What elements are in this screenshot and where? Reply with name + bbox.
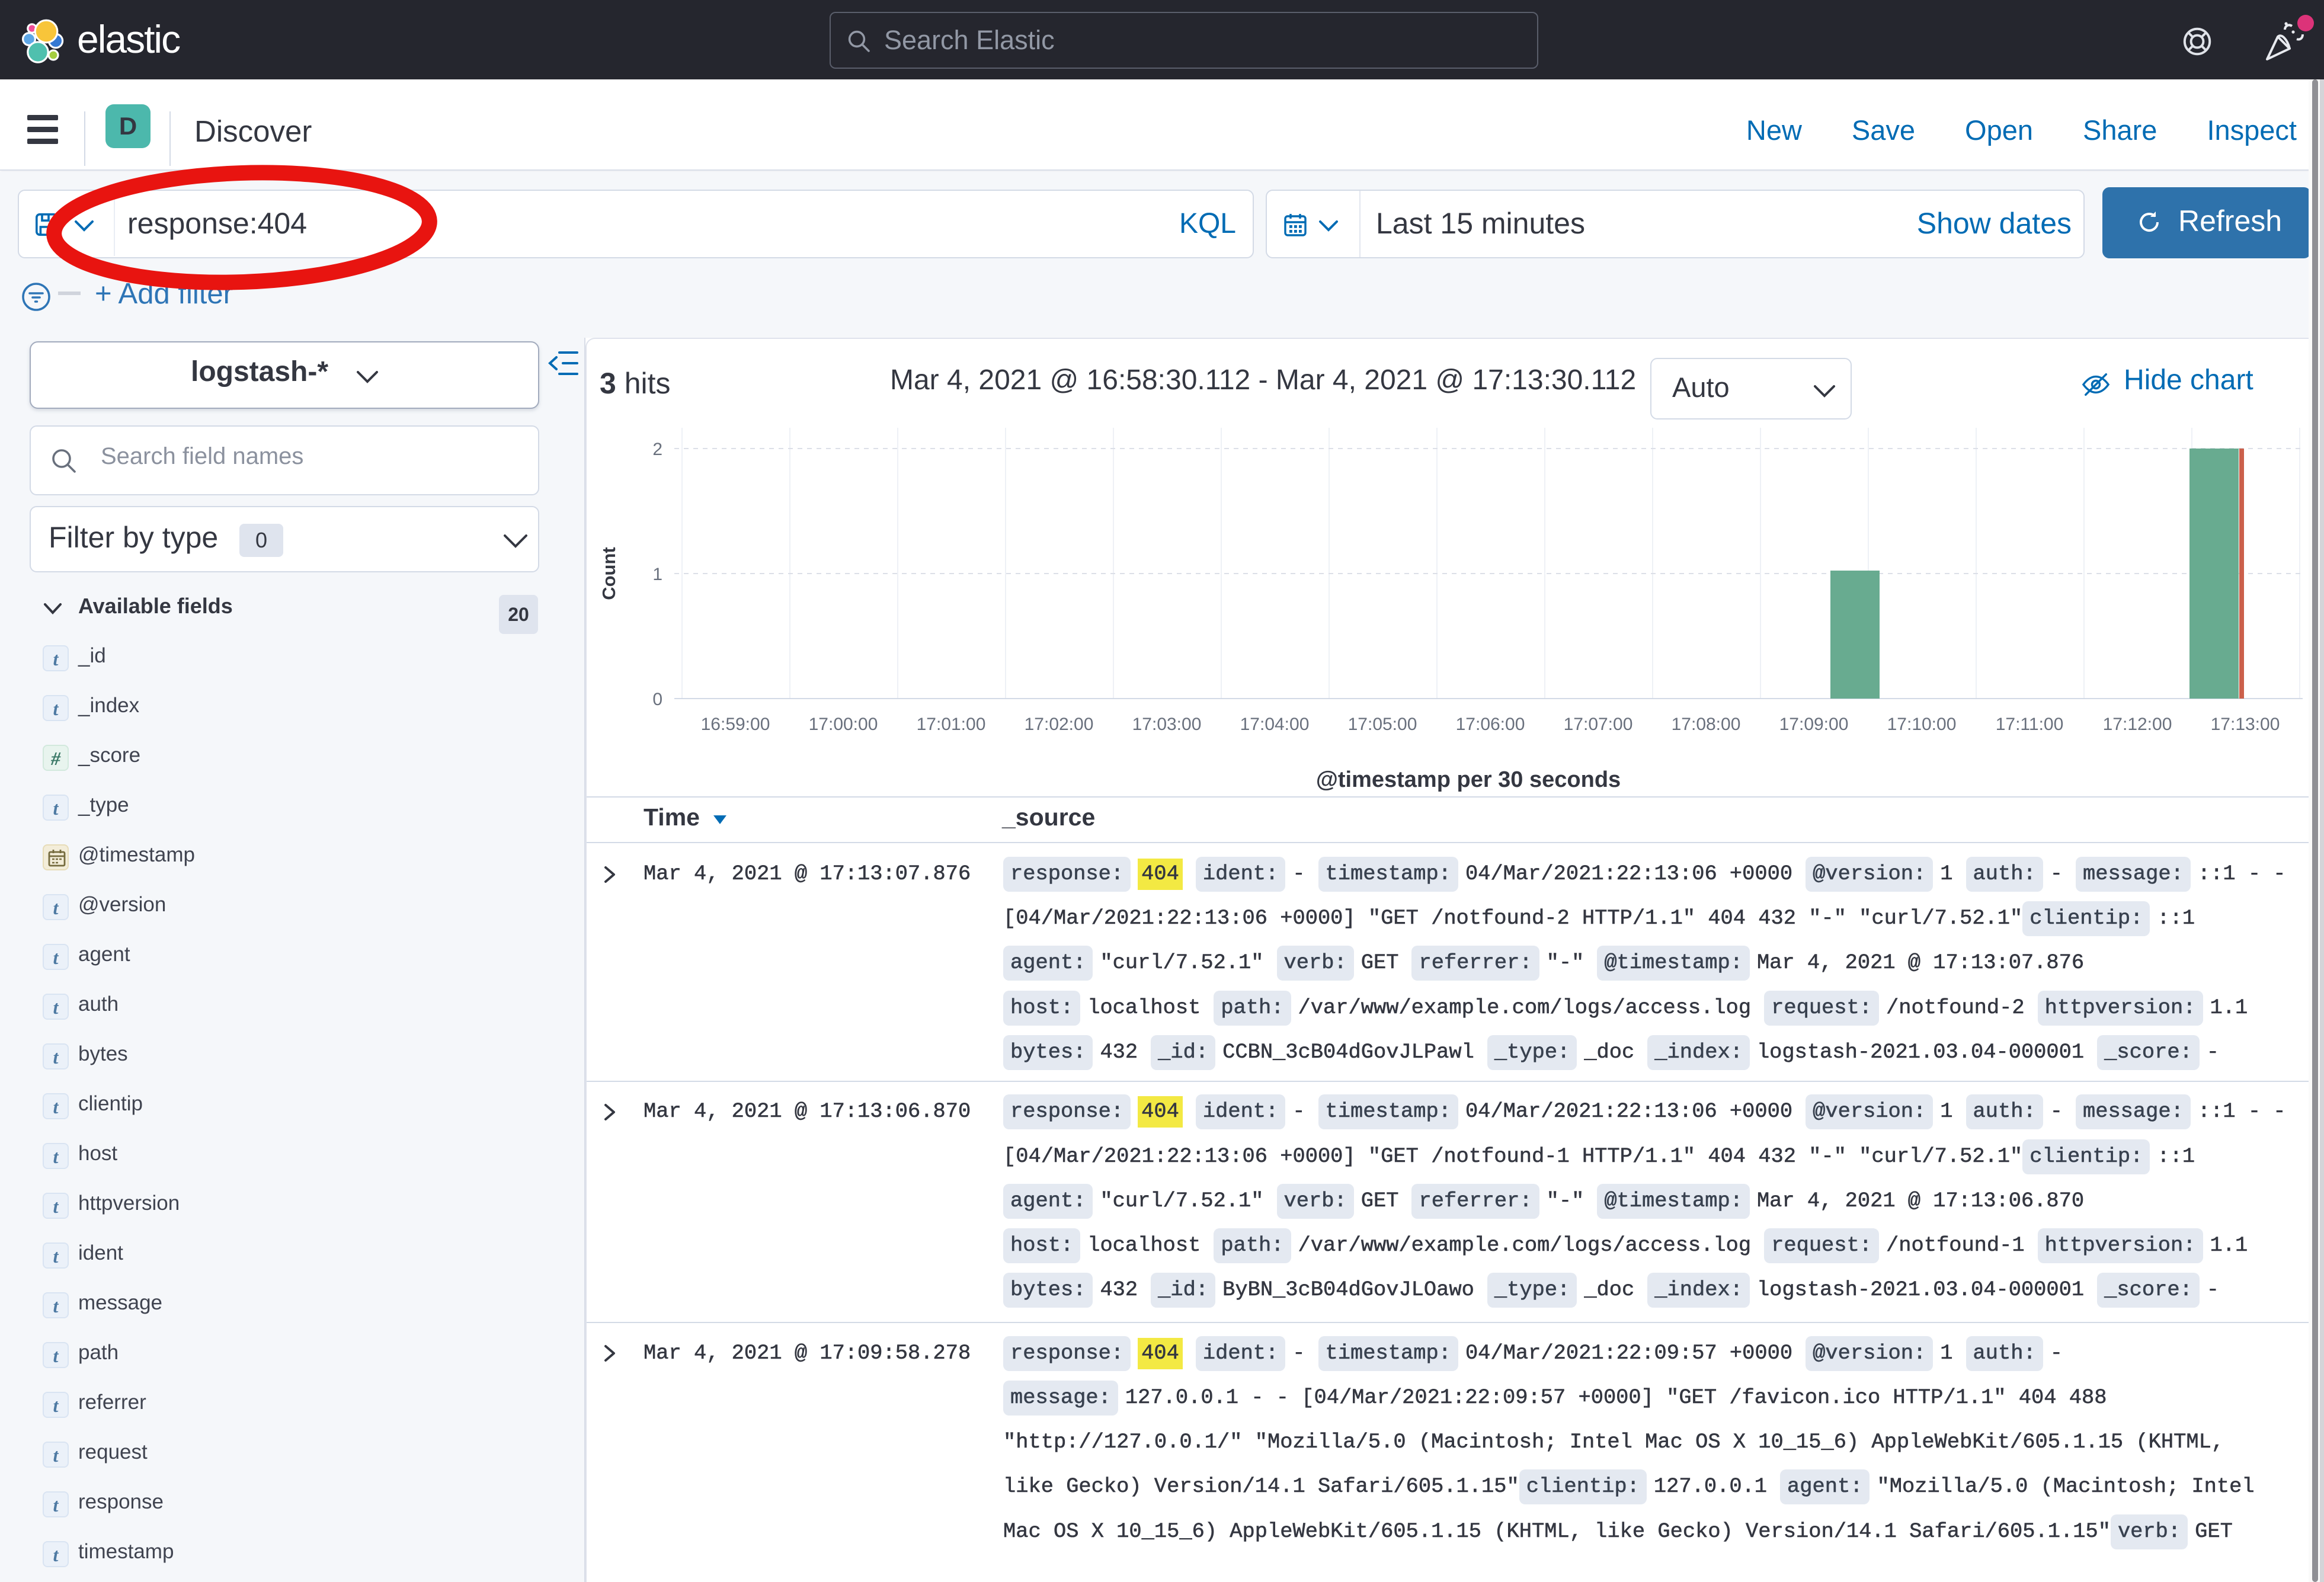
svg-text:17:12:00: 17:12:00	[2103, 715, 2172, 734]
svg-text:17:09:00: 17:09:00	[1779, 715, 1849, 734]
svg-text:@timestamp per 30 seconds: @timestamp per 30 seconds	[1316, 767, 1621, 792]
svg-text:17:11:00: 17:11:00	[1996, 715, 2064, 734]
svg-text:Count: Count	[598, 547, 619, 600]
svg-text:2: 2	[652, 440, 662, 459]
svg-text:17:02:00: 17:02:00	[1025, 715, 1094, 734]
svg-text:17:10:00: 17:10:00	[1887, 715, 1957, 734]
svg-text:17:01:00: 17:01:00	[917, 715, 986, 734]
svg-text:17:04:00: 17:04:00	[1240, 715, 1310, 734]
svg-text:17:08:00: 17:08:00	[1672, 715, 1741, 734]
svg-text:17:06:00: 17:06:00	[1456, 715, 1525, 734]
svg-text:17:07:00: 17:07:00	[1564, 715, 1633, 734]
svg-text:17:13:00: 17:13:00	[2211, 715, 2280, 734]
svg-text:17:05:00: 17:05:00	[1348, 715, 1417, 734]
svg-text:17:03:00: 17:03:00	[1132, 715, 1202, 734]
svg-text:0: 0	[652, 690, 662, 709]
svg-text:1: 1	[652, 565, 662, 584]
svg-text:16:59:00: 16:59:00	[701, 715, 770, 734]
svg-text:17:00:00: 17:00:00	[809, 715, 878, 734]
